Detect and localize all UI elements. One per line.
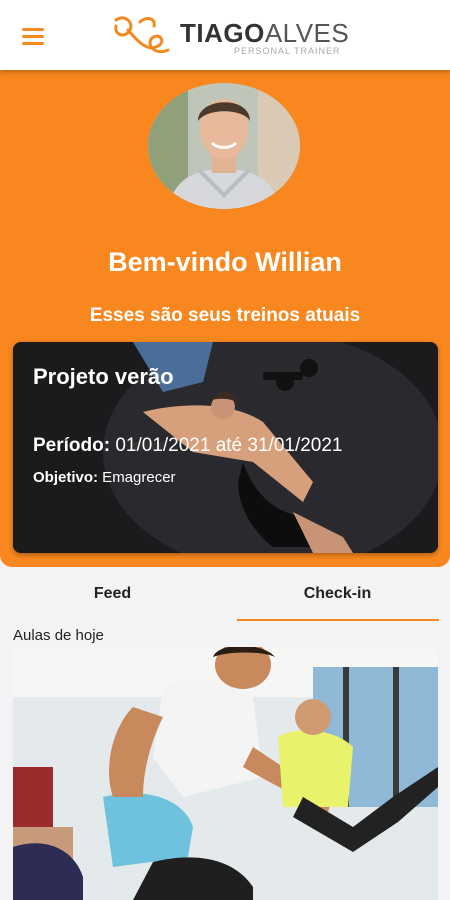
app-header: TIAGOALVES PERSONAL TRAINER: [0, 0, 450, 70]
active-tab-indicator: [237, 619, 439, 621]
goal-value: Emagrecer: [98, 469, 176, 486]
tab-check-in[interactable]: Check-in: [225, 585, 450, 603]
welcome-heading: Bem-vindo Willian: [108, 247, 342, 277]
brand-name: TIAGOALVES: [180, 18, 349, 49]
hamburger-menu-icon[interactable]: [22, 24, 48, 46]
workout-period: Período: 01/01/2021 até 31/01/2021: [33, 435, 343, 457]
workout-goal: Objetivo: Emagrecer: [33, 469, 176, 486]
brand-logo: TIAGOALVES PERSONAL TRAINER: [110, 10, 350, 62]
tab-bar: Feed Check-in: [0, 567, 450, 621]
period-label: Período:: [33, 435, 111, 456]
workout-card[interactable]: Projeto verão Período: 01/01/2021 até 31…: [13, 342, 438, 553]
brand-tagline: PERSONAL TRAINER: [234, 46, 341, 56]
tab-feed[interactable]: Feed: [0, 585, 225, 603]
classes-section-title: Aulas de hoje: [13, 627, 104, 644]
logo-mark-icon: [114, 16, 170, 53]
period-value: 01/01/2021 até 31/01/2021: [110, 435, 343, 456]
goal-label: Objetivo:: [33, 469, 99, 486]
brand-first: TIAGO: [180, 18, 265, 48]
brand-second: ALVES: [264, 18, 350, 48]
workouts-subtitle: Esses são seus treinos atuais: [89, 305, 361, 326]
workout-title: Projeto verão: [33, 364, 174, 389]
class-photo[interactable]: [13, 647, 438, 900]
user-avatar[interactable]: [148, 83, 300, 209]
